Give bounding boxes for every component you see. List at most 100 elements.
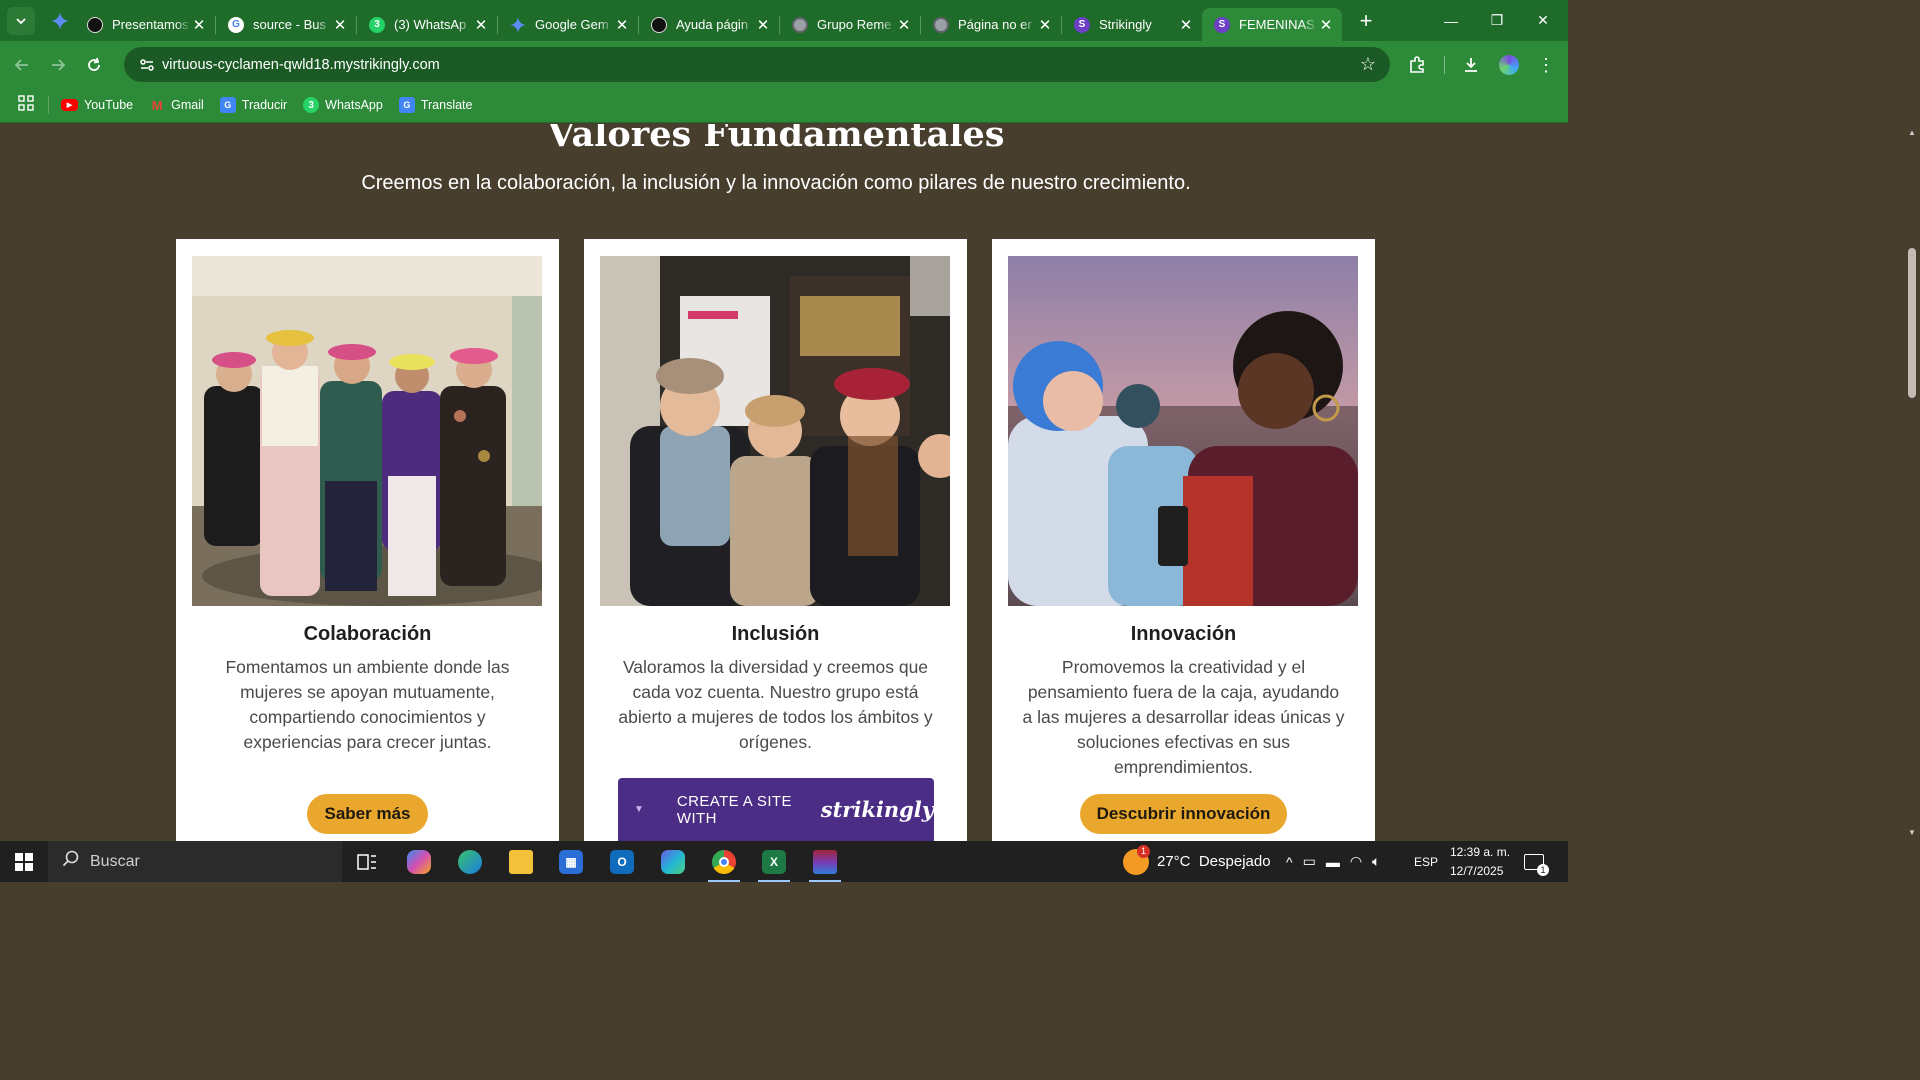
browser-tab[interactable]: Ayuda págin ✕ bbox=[639, 9, 779, 41]
minimize-button[interactable]: — bbox=[1428, 0, 1474, 41]
address-bar[interactable]: virtuous-cyclamen-qwld18.mystrikingly.co… bbox=[124, 47, 1390, 82]
notification-count: 1 bbox=[1537, 863, 1549, 876]
bookmarks-bar: ▶ YouTube M Gmail G Traducir 3 WhatsApp … bbox=[0, 88, 1568, 123]
restore-button[interactable]: ❐ bbox=[1474, 0, 1520, 41]
card-title: Colaboración bbox=[303, 623, 432, 645]
excel-app[interactable]: X bbox=[752, 845, 796, 882]
browser-tab[interactable]: Página no er ✕ bbox=[921, 9, 1061, 41]
weather-widget[interactable]: 1 27°C Despejado bbox=[1123, 841, 1271, 882]
chrome-app[interactable] bbox=[702, 845, 746, 882]
apps-grid-icon[interactable] bbox=[18, 94, 36, 116]
tab-title: (3) WhatsAp bbox=[394, 17, 467, 32]
downloads-button[interactable] bbox=[1453, 47, 1489, 83]
page-scrollbar[interactable]: ▲ ▼ bbox=[1904, 124, 1920, 841]
browser-tab[interactable]: Presentamos ✕ bbox=[75, 9, 215, 41]
close-window-button[interactable]: ✕ bbox=[1520, 0, 1566, 41]
browser-tab[interactable]: S Strikingly ✕ bbox=[1062, 9, 1202, 41]
globe-icon bbox=[792, 16, 808, 33]
bookmark-star-icon[interactable]: ☆ bbox=[1360, 54, 1376, 75]
saber-mas-button[interactable]: Saber más bbox=[307, 794, 428, 834]
reload-button[interactable] bbox=[76, 47, 112, 83]
start-button[interactable] bbox=[0, 841, 48, 882]
file-explorer-app[interactable] bbox=[499, 845, 543, 879]
clock-time: 12:39 a. m. bbox=[1450, 845, 1511, 859]
forward-button[interactable] bbox=[40, 47, 76, 83]
system-tray: ^ ▭ ▬ ◠ 🔈︎ bbox=[1286, 841, 1380, 882]
gmail-icon: M bbox=[151, 97, 163, 113]
close-tab-icon[interactable]: ✕ bbox=[1037, 16, 1053, 34]
wifi-icon[interactable]: ◠ bbox=[1350, 853, 1362, 870]
bookmark-label: YouTube bbox=[84, 98, 134, 112]
weather-badge: 1 bbox=[1137, 844, 1150, 858]
bookmark-gmail[interactable]: M Gmail bbox=[149, 97, 204, 113]
browser-menu-button[interactable]: ⋮ bbox=[1528, 47, 1564, 83]
outlook-app[interactable]: O bbox=[600, 845, 644, 879]
back-button[interactable] bbox=[4, 47, 40, 83]
close-tab-icon[interactable]: ✕ bbox=[1178, 16, 1194, 34]
winrar-app[interactable] bbox=[803, 845, 847, 882]
profile-avatar[interactable] bbox=[1491, 47, 1527, 83]
card-photo bbox=[600, 256, 950, 606]
chevron-up-icon[interactable]: ^ bbox=[1286, 854, 1293, 870]
tab-title: FEMENINAS bbox=[1239, 17, 1315, 32]
close-tab-icon[interactable]: ✕ bbox=[1318, 16, 1334, 34]
browser-tab[interactable]: 3 (3) WhatsAp ✕ bbox=[357, 9, 497, 41]
translate-icon: G bbox=[398, 97, 415, 113]
close-tab-icon[interactable]: ✕ bbox=[191, 16, 207, 34]
scroll-thumb[interactable] bbox=[1908, 248, 1916, 398]
volume-icon[interactable]: 🔈︎ bbox=[1372, 853, 1380, 870]
gemini-pinned-tab[interactable] bbox=[45, 6, 75, 36]
bookmark-whatsapp[interactable]: 3 WhatsApp bbox=[303, 97, 383, 113]
avatar-icon bbox=[1499, 55, 1519, 75]
store-app[interactable]: ▦ bbox=[549, 845, 593, 879]
meet-icon[interactable]: ▭ bbox=[1303, 853, 1316, 870]
tab-title: Google Gem bbox=[535, 17, 609, 32]
browser-tab[interactable]: Grupo Reme ✕ bbox=[780, 9, 920, 41]
language-indicator[interactable]: ESP bbox=[1414, 841, 1438, 882]
close-tab-icon[interactable]: ✕ bbox=[473, 16, 489, 34]
battery-icon[interactable]: ▬ bbox=[1326, 854, 1340, 870]
edge-app[interactable] bbox=[448, 845, 492, 879]
strikingly-badge[interactable]: ▼ CREATE A SITE WITH strikingly bbox=[618, 778, 934, 841]
chevron-down-icon bbox=[16, 17, 26, 24]
caret-down-icon[interactable]: ▼ bbox=[634, 804, 646, 815]
section-title: Valores Fundamentales bbox=[547, 124, 1005, 155]
scroll-down-icon[interactable]: ▼ bbox=[1907, 828, 1917, 837]
bookmark-youtube[interactable]: ▶ YouTube bbox=[61, 98, 133, 112]
close-tab-icon[interactable]: ✕ bbox=[332, 16, 348, 34]
arrow-left-icon bbox=[14, 58, 28, 71]
descubrir-innovacion-button[interactable]: Descubrir innovación bbox=[1080, 794, 1287, 834]
bookmark-translate[interactable]: G Translate bbox=[398, 97, 473, 113]
notifications-button[interactable]: 1 bbox=[1524, 841, 1549, 882]
extensions-button[interactable] bbox=[1399, 47, 1435, 83]
close-tab-icon[interactable]: ✕ bbox=[755, 16, 771, 34]
site-info-icon[interactable] bbox=[132, 57, 162, 73]
close-tab-icon[interactable]: ✕ bbox=[896, 16, 912, 34]
browser-tab[interactable]: Google Gem ✕ bbox=[498, 9, 638, 41]
page-content: Valores Fundamentales Creemos en la cola… bbox=[0, 124, 1552, 841]
new-tab-button[interactable]: + bbox=[1352, 7, 1380, 35]
task-view-button[interactable] bbox=[345, 845, 389, 879]
weather-icon: 1 bbox=[1123, 844, 1150, 875]
value-card-innovacion: Innovación Promovemos la creatividad y e… bbox=[992, 239, 1375, 841]
taskbar-clock[interactable]: 12:39 a. m. 12/7/2025 bbox=[1450, 843, 1512, 881]
task-view-icon bbox=[357, 854, 376, 870]
tab-title: Página no er bbox=[958, 17, 1032, 32]
card-text: Valoramos la diversidad y creemos que ca… bbox=[618, 657, 933, 752]
search-icon bbox=[62, 850, 82, 873]
puzzle-icon bbox=[1410, 56, 1424, 73]
copilot-app[interactable] bbox=[397, 845, 441, 879]
browser-tab[interactable]: G source - Bus ✕ bbox=[216, 9, 356, 41]
m365-app[interactable] bbox=[651, 845, 695, 879]
tab-search-button[interactable] bbox=[7, 6, 35, 35]
google-icon: G bbox=[228, 16, 244, 33]
value-card-inclusion: Inclusión Valoramos la diversidad y cree… bbox=[584, 239, 967, 841]
folder-icon bbox=[509, 850, 533, 874]
taskbar-search[interactable]: Buscar bbox=[48, 841, 342, 882]
scroll-up-icon[interactable]: ▲ bbox=[1907, 128, 1917, 137]
close-tab-icon[interactable]: ✕ bbox=[614, 16, 630, 34]
strikingly-icon: S bbox=[1074, 16, 1090, 33]
bookmark-traducir[interactable]: G Traducir bbox=[219, 97, 287, 113]
url-text[interactable]: virtuous-cyclamen-qwld18.mystrikingly.co… bbox=[162, 57, 440, 73]
browser-tab-active[interactable]: S FEMENINAS ✕ bbox=[1202, 8, 1342, 41]
